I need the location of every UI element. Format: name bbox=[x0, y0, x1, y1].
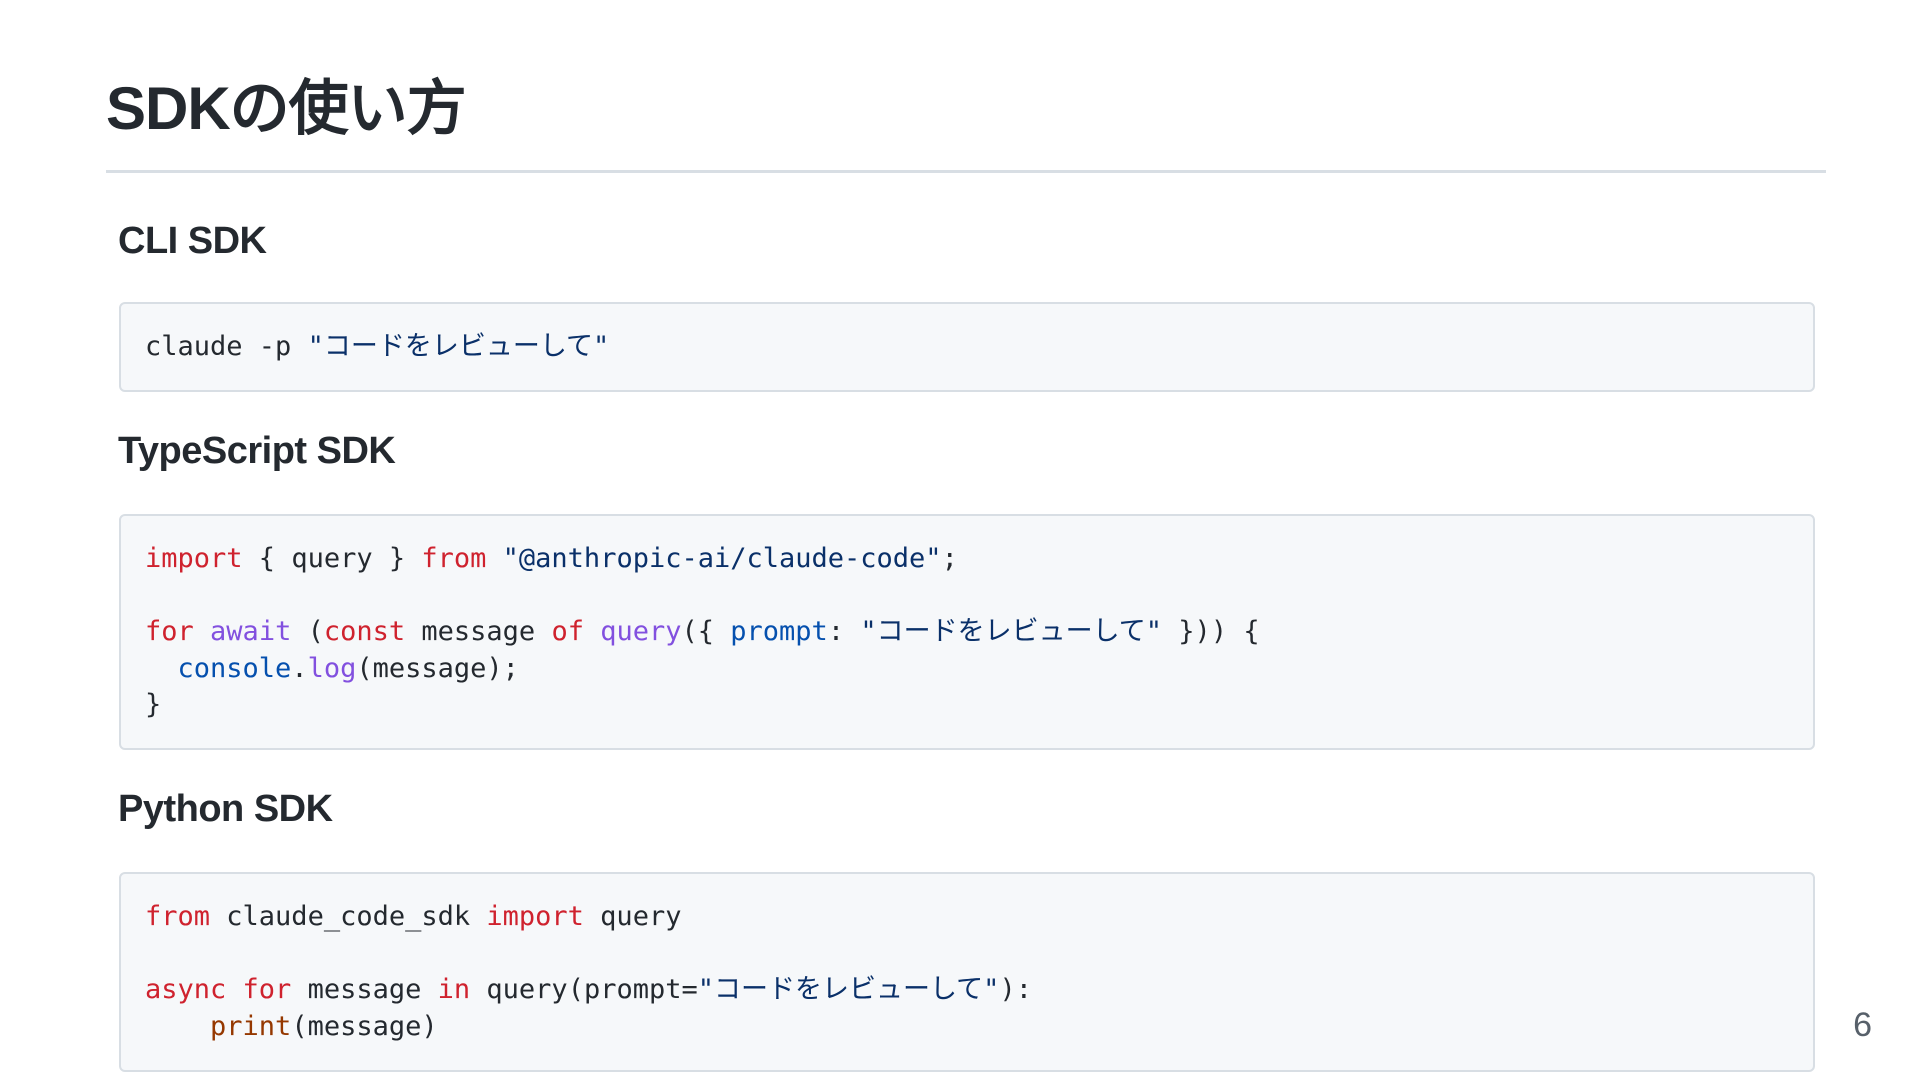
code-line: for await (const message of query({ prom… bbox=[145, 614, 1789, 651]
page-title: SDKの使い方 bbox=[106, 75, 467, 142]
code-token: in bbox=[437, 974, 471, 1005]
code-line: console.log(message); bbox=[145, 651, 1789, 688]
code-line: claude -p "コードをレビューして" bbox=[145, 329, 1789, 366]
slide: SDKの使い方 CLI SDK claude -p "コードをレビューして" T… bbox=[0, 0, 1920, 1080]
code-line: } bbox=[145, 687, 1789, 724]
code-token: ( bbox=[291, 616, 324, 647]
code-block-typescript: import { query } from "@anthropic-ai/cla… bbox=[119, 514, 1815, 750]
heading-cli-sdk: CLI SDK bbox=[118, 220, 267, 262]
code-line: from claude_code_sdk import query bbox=[145, 899, 1789, 936]
code-token: (message); bbox=[356, 652, 519, 684]
code-line: import { query } from "@anthropic-ai/cla… bbox=[145, 541, 1789, 578]
code-token: for bbox=[145, 616, 194, 647]
code-token: : bbox=[827, 616, 861, 647]
code-token: message bbox=[291, 974, 438, 1005]
code-token: import bbox=[486, 901, 584, 932]
code-token: const bbox=[323, 616, 406, 647]
code-token: log bbox=[307, 652, 357, 684]
code-token: async bbox=[145, 974, 227, 1005]
code-token: "コードをレビューして" bbox=[860, 616, 1163, 647]
code-token: console bbox=[177, 652, 292, 684]
code-token: claude -p bbox=[145, 331, 308, 362]
code-token: . bbox=[291, 652, 308, 684]
code-token: "コードをレビューして" bbox=[697, 974, 1000, 1005]
code-token: ): bbox=[999, 974, 1032, 1005]
code-token: prompt bbox=[730, 616, 828, 647]
code-line: print(message) bbox=[145, 1009, 1789, 1046]
code-token: } bbox=[145, 689, 162, 720]
code-line: async for message in query(prompt="コードをレ… bbox=[145, 972, 1789, 1009]
code-token: ({ bbox=[681, 616, 731, 647]
code-token: claude_code_sdk bbox=[210, 901, 487, 932]
code-token: await bbox=[210, 616, 292, 647]
code-token: query bbox=[583, 901, 682, 932]
code-token: message bbox=[405, 616, 552, 647]
code-token: "@anthropic-ai/claude-code" bbox=[502, 543, 942, 574]
code-token: { query } bbox=[242, 543, 422, 574]
code-token: for bbox=[242, 974, 292, 1005]
code-block-python: from claude_code_sdk import query async f… bbox=[119, 872, 1815, 1072]
code-token: query bbox=[600, 616, 682, 647]
code-token: query(prompt= bbox=[470, 974, 698, 1005]
code-token: from bbox=[145, 901, 211, 932]
code-token: import bbox=[145, 543, 243, 574]
code-token: "コードをレビューして" bbox=[307, 331, 610, 362]
heading-typescript-sdk: TypeScript SDK bbox=[118, 430, 396, 472]
code-token: print bbox=[210, 1010, 292, 1042]
code-token: from bbox=[421, 543, 487, 574]
code-token: (message) bbox=[291, 1010, 438, 1042]
code-token: })) { bbox=[1162, 616, 1260, 647]
heading-python-sdk: Python SDK bbox=[118, 788, 333, 830]
code-token: of bbox=[551, 616, 584, 647]
code-token: ; bbox=[941, 543, 958, 574]
code-block-cli: claude -p "コードをレビューして" bbox=[119, 302, 1815, 392]
title-divider bbox=[106, 170, 1826, 173]
page-number: 6 bbox=[1853, 1006, 1872, 1044]
